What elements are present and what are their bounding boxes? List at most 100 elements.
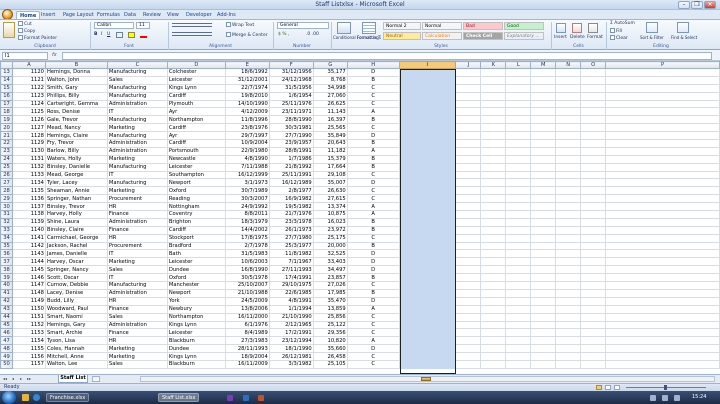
- empty-cell[interactable]: [455, 233, 482, 243]
- cell-b[interactable]: Woodward, Paul: [44, 304, 108, 314]
- empty-cell[interactable]: [555, 83, 582, 93]
- empty-cell[interactable]: [605, 68, 720, 77]
- prev-sheet-button[interactable]: ◂: [10, 376, 16, 382]
- cell-g[interactable]: 33,403: [312, 257, 348, 267]
- row-header[interactable]: 42: [0, 296, 13, 306]
- cell-g[interactable]: 15,379: [312, 154, 348, 164]
- cell-b[interactable]: Carmichael, George: [44, 233, 108, 243]
- column-header-f[interactable]: F: [268, 61, 314, 69]
- cell-g[interactable]: 27,060: [312, 91, 348, 101]
- empty-cell[interactable]: [480, 123, 507, 133]
- normal-view-icon[interactable]: [596, 385, 602, 390]
- empty-cell[interactable]: [580, 257, 607, 267]
- sort-filter-button[interactable]: Sort & Filter: [640, 35, 664, 41]
- cell-a[interactable]: 1149: [11, 296, 46, 306]
- empty-cell[interactable]: [580, 359, 607, 369]
- empty-cell[interactable]: [480, 154, 507, 164]
- empty-cell[interactable]: [555, 154, 582, 164]
- cell-h[interactable]: D: [346, 178, 400, 188]
- cell-d[interactable]: Kings Lynn: [166, 320, 226, 330]
- cell-g[interactable]: 8,768: [312, 75, 348, 85]
- empty-cell[interactable]: [505, 296, 532, 306]
- cell-h[interactable]: A: [346, 304, 400, 314]
- cell-c[interactable]: Procurement: [106, 194, 168, 204]
- cell-b[interactable]: Fry, Trevor: [44, 139, 108, 148]
- cell-d[interactable]: Cardiff: [166, 225, 226, 235]
- empty-cell[interactable]: [605, 178, 720, 188]
- cell-i-selected[interactable]: [398, 352, 457, 361]
- empty-cell[interactable]: [605, 265, 720, 275]
- ie-icon[interactable]: [33, 394, 40, 401]
- cell-f[interactable]: 1/6/1954: [268, 91, 314, 101]
- empty-cell[interactable]: [505, 75, 532, 85]
- empty-cell[interactable]: [580, 241, 607, 251]
- fx-icon[interactable]: fx: [52, 52, 57, 58]
- name-box[interactable]: I1: [2, 52, 48, 60]
- empty-cell[interactable]: [605, 328, 720, 338]
- cell-i-selected[interactable]: [398, 75, 457, 85]
- autosum-button[interactable]: Σ AutoSum: [610, 21, 635, 27]
- cell-f[interactable]: 26/12/1981: [268, 352, 314, 361]
- cell-a[interactable]: 1132: [11, 162, 46, 172]
- cell-i-selected[interactable]: [398, 296, 457, 306]
- cell-i-selected[interactable]: [398, 281, 457, 290]
- cell-g[interactable]: 11,143: [312, 107, 348, 117]
- empty-cell[interactable]: [555, 336, 582, 346]
- cell-f[interactable]: 28/8/1990: [268, 115, 314, 125]
- empty-cell[interactable]: [555, 115, 582, 125]
- empty-cell[interactable]: [505, 178, 532, 188]
- cell-g[interactable]: 17,985: [312, 288, 348, 298]
- cell-f[interactable]: 27/7/1980: [268, 233, 314, 243]
- empty-cell[interactable]: [580, 304, 607, 314]
- cell-i-selected[interactable]: [398, 359, 457, 369]
- empty-cell[interactable]: [555, 273, 582, 283]
- cell-i-selected[interactable]: [398, 210, 457, 219]
- cell-i-selected[interactable]: [398, 304, 457, 314]
- cell-b[interactable]: Smart, Naomi: [44, 312, 108, 322]
- empty-cell[interactable]: [530, 288, 557, 298]
- row-header[interactable]: 38: [0, 265, 13, 275]
- cell-e[interactable]: 30/7/1989: [224, 186, 270, 196]
- empty-cell[interactable]: [580, 170, 607, 180]
- cell-a[interactable]: 1122: [11, 83, 46, 93]
- cell-a[interactable]: 1144: [11, 257, 46, 267]
- cell-i-selected[interactable]: [398, 194, 457, 204]
- cell-f[interactable]: 17/2/1991: [268, 328, 314, 338]
- cell-b[interactable]: Mead, George: [44, 170, 108, 180]
- cell-e[interactable]: 31/5/1983: [224, 249, 270, 259]
- empty-cell[interactable]: [505, 352, 532, 361]
- empty-cell[interactable]: [580, 344, 607, 354]
- cell-i-selected[interactable]: [398, 225, 457, 235]
- empty-cell[interactable]: [480, 210, 507, 219]
- cell-e[interactable]: 18/3/1979: [224, 217, 270, 227]
- empty-cell[interactable]: [480, 194, 507, 204]
- cell-a[interactable]: 1143: [11, 249, 46, 259]
- empty-cell[interactable]: [455, 123, 482, 133]
- cell-g[interactable]: 23,972: [312, 225, 348, 235]
- empty-cell[interactable]: [530, 328, 557, 338]
- empty-cell[interactable]: [505, 328, 532, 338]
- cell-e[interactable]: 2/7/1978: [224, 241, 270, 251]
- cell-c[interactable]: Manufacturing: [106, 68, 168, 77]
- cell-f[interactable]: 18/1/1990: [268, 344, 314, 354]
- cell-c[interactable]: Marketing: [106, 186, 168, 196]
- tray-network-icon[interactable]: [662, 395, 668, 401]
- zoom-slider-thumb[interactable]: [664, 385, 667, 390]
- empty-cell[interactable]: [530, 178, 557, 188]
- cell-b[interactable]: Curnow, Debbie: [44, 281, 108, 290]
- format-painter-button[interactable]: Format Painter: [18, 35, 57, 42]
- cell-c[interactable]: Manufacturing: [106, 115, 168, 125]
- bold-button[interactable]: B: [94, 32, 97, 38]
- row-header[interactable]: 33: [0, 225, 13, 235]
- empty-cell[interactable]: [555, 359, 582, 369]
- empty-cell[interactable]: [480, 75, 507, 85]
- row-header[interactable]: 46: [0, 328, 13, 338]
- empty-cell[interactable]: [555, 131, 582, 141]
- cell-g[interactable]: 20,643: [312, 139, 348, 148]
- vertical-align-icons[interactable]: [172, 23, 212, 27]
- page-break-view-icon[interactable]: [614, 385, 620, 390]
- empty-cell[interactable]: [605, 312, 720, 322]
- empty-cell[interactable]: [480, 99, 507, 109]
- cell-g[interactable]: 25,565: [312, 123, 348, 133]
- cell-a[interactable]: 1138: [11, 210, 46, 219]
